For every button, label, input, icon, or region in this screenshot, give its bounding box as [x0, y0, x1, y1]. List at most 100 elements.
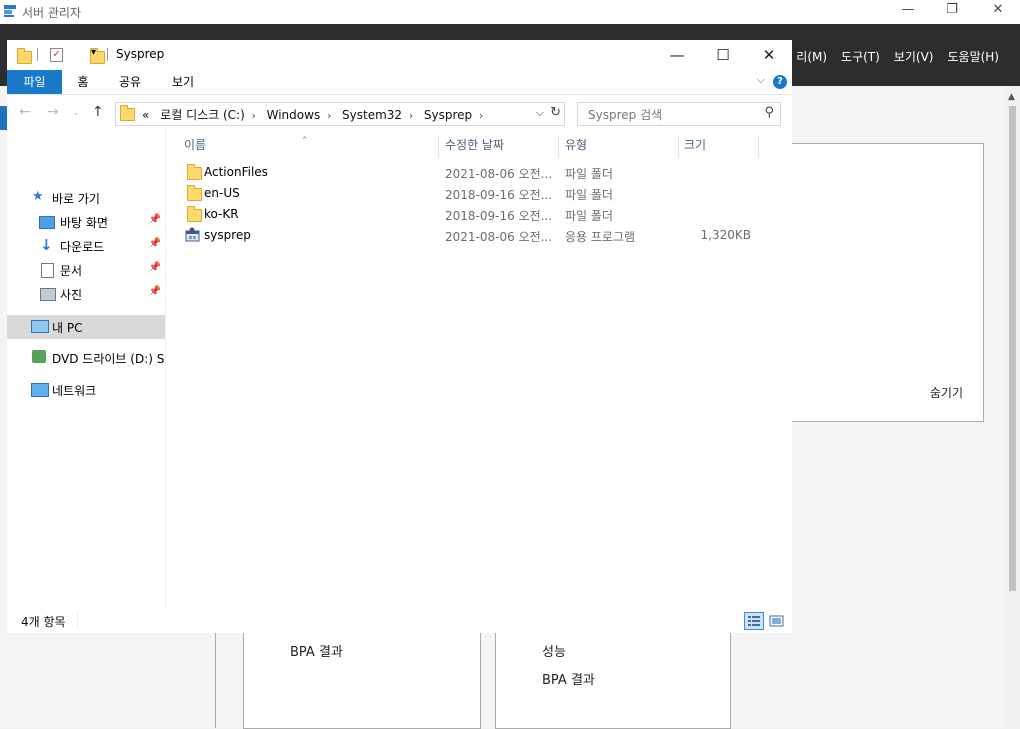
pin-icon[interactable]: 📌 — [149, 286, 161, 297]
server-manager-menu: 리(M) 도구(T) 보기(V) 도움말(H) — [789, 48, 1006, 65]
bpa-results-label[interactable]: BPA 결과 — [290, 641, 343, 660]
application-icon — [185, 227, 200, 242]
search-icon[interactable]: ⚲ — [764, 105, 774, 120]
pin-icon[interactable]: 📌 — [149, 262, 161, 273]
file-name: en-US — [204, 186, 240, 200]
breadcrumb-local-disk[interactable]: 로컬 디스크 (C:) — [160, 108, 245, 122]
breadcrumb-windows[interactable]: Windows — [267, 108, 321, 122]
file-type: 파일 폴더 — [565, 167, 613, 181]
column-header-modified[interactable]: 수정한 날짜 — [445, 136, 504, 153]
help-icon[interactable]: ? — [773, 75, 787, 89]
breadcrumb-system32[interactable]: System32 — [342, 108, 402, 122]
divider — [215, 632, 216, 728]
divider — [107, 48, 108, 61]
close-button[interactable]: ✕ — [978, 2, 1018, 22]
column-divider[interactable] — [758, 136, 759, 158]
computer-icon — [31, 320, 49, 333]
large-icons-view-icon[interactable] — [767, 612, 787, 630]
maximize-button[interactable]: ☐ — [700, 40, 746, 70]
folder-icon — [187, 185, 202, 201]
file-explorer-window: ✓ ▾ Sysprep — ☐ ✕ 파일 홈 공유 보기 ⌵ ? ← → ⌄ ↑… — [7, 40, 792, 633]
sidebar-item-downloads[interactable]: ↓ 다운로드 📌 — [7, 234, 165, 258]
chevron-right-icon[interactable]: › — [252, 111, 256, 122]
tab-home[interactable]: 홈 — [73, 70, 93, 94]
folder-icon — [187, 206, 202, 222]
pin-icon[interactable]: 📌 — [149, 214, 161, 225]
properties-icon[interactable]: ✓ — [50, 48, 63, 62]
customize-toolbar-icon[interactable]: ▾ — [91, 47, 96, 58]
file-modified: 2018-09-16 오전... — [445, 188, 553, 202]
chevron-right-icon[interactable]: › — [409, 111, 413, 122]
vertical-scrollbar[interactable]: ▲ — [1005, 86, 1020, 728]
server-group-panel-right: 성능 BPA 결과 — [495, 632, 731, 729]
navigation-bar: ← → ⌄ ↑ « 로컬 디스크 (C:) › Windows › System32… — [7, 98, 792, 128]
network-icon — [31, 383, 49, 397]
download-icon: ↓ — [40, 236, 53, 254]
sidebar-item-this-pc[interactable]: 내 PC — [7, 315, 165, 339]
list-item[interactable]: en-US 2018-09-16 오전... 파일 폴더 — [166, 183, 792, 204]
sidebar-item-label: 바탕 화면 — [60, 216, 108, 230]
navigation-pane: ★ 바로 가기 바탕 화면 📌 ↓ 다운로드 📌 문서 📌 사진 📌 내 PC — [7, 128, 166, 608]
menu-tools[interactable]: 도구(T) — [834, 48, 887, 65]
tab-share[interactable]: 공유 — [116, 70, 144, 94]
tab-view[interactable]: 보기 — [169, 70, 197, 94]
sidebar-item-pictures[interactable]: 사진 📌 — [7, 282, 165, 306]
sidebar-item-label: DVD 드라이브 (D:) S — [52, 352, 165, 366]
chevron-down-icon[interactable]: ⌵ — [757, 73, 765, 87]
hide-link[interactable]: 숨기기 — [930, 384, 963, 401]
menu-help[interactable]: 도움말(H) — [940, 48, 1006, 65]
list-item[interactable]: sysprep 2021-08-06 오전... 응용 프로그램 1,320KB — [166, 225, 792, 246]
column-divider[interactable] — [558, 136, 559, 158]
details-view-icon[interactable] — [744, 612, 764, 630]
column-divider[interactable] — [678, 136, 679, 158]
list-item[interactable]: ActionFiles 2021-08-06 오전... 파일 폴더 — [166, 162, 792, 183]
address-bar[interactable]: « 로컬 디스크 (C:) › Windows › System32 › Syspre… — [115, 102, 565, 126]
up-icon[interactable]: ↑ — [92, 104, 104, 120]
breadcrumb-sysprep[interactable]: Sysprep — [424, 108, 472, 122]
sidebar-item-documents[interactable]: 문서 📌 — [7, 258, 165, 282]
folder-icon — [187, 164, 202, 180]
restore-button[interactable]: ❐ — [932, 2, 972, 22]
item-count: 4개 항목 — [21, 615, 66, 629]
column-header-size[interactable]: 크기 — [684, 136, 706, 153]
scrollbar-thumb[interactable] — [1009, 106, 1016, 591]
folder-icon — [17, 48, 32, 64]
column-divider[interactable] — [438, 136, 439, 158]
status-bar: 4개 항목 — [7, 608, 792, 633]
chevron-right-icon[interactable]: › — [327, 111, 331, 122]
address-dropdown-icon[interactable]: ⌵ — [536, 106, 544, 120]
forward-icon[interactable]: → — [47, 104, 59, 120]
chevron-right-icon[interactable]: › — [479, 111, 483, 122]
sidebar-item-desktop[interactable]: 바탕 화면 📌 — [7, 210, 165, 234]
tab-file[interactable]: 파일 — [7, 70, 62, 94]
server-group-panel-left: BPA 결과 — [243, 632, 481, 729]
close-button[interactable]: ✕ — [746, 40, 792, 70]
back-icon[interactable]: ← — [19, 104, 31, 120]
sidebar-item-label: 바로 가기 — [52, 192, 100, 206]
minimize-button[interactable]: — — [888, 2, 928, 22]
explorer-titlebar: ✓ ▾ Sysprep — ☐ ✕ — [7, 40, 792, 70]
sidebar-item-dvd-drive[interactable]: DVD 드라이브 (D:) S — [7, 346, 165, 370]
performance-label[interactable]: 성능 — [542, 641, 566, 660]
bpa-results-label[interactable]: BPA 결과 — [542, 669, 595, 688]
sort-ascending-icon: ⌃ — [301, 136, 309, 146]
sidebar-item-network[interactable]: 네트워크 — [7, 378, 165, 402]
list-item[interactable]: ko-KR 2018-09-16 오전... 파일 폴더 — [166, 204, 792, 225]
menu-manage[interactable]: 리(M) — [789, 48, 834, 65]
pin-icon[interactable]: 📌 — [149, 238, 161, 249]
scroll-up-icon[interactable]: ▲ — [1008, 92, 1015, 102]
file-name: ActionFiles — [204, 165, 268, 179]
sidebar-item-label: 사진 — [60, 288, 83, 302]
breadcrumb-overflow[interactable]: « — [142, 108, 149, 122]
server-manager-icon — [4, 5, 16, 17]
minimize-button[interactable]: — — [654, 40, 700, 70]
column-header-type[interactable]: 유형 — [565, 136, 587, 153]
search-input[interactable]: Sysprep 검색 ⚲ — [577, 102, 781, 126]
divider — [37, 48, 38, 61]
recent-locations-icon[interactable]: ⌄ — [72, 108, 80, 118]
column-header-name[interactable]: 이름 — [184, 136, 206, 153]
sidebar-item-quick-access[interactable]: ★ 바로 가기 — [7, 186, 165, 210]
server-manager-titlebar: 서버 관리자 — ❐ ✕ — [0, 0, 1020, 24]
menu-view[interactable]: 보기(V) — [887, 48, 941, 65]
refresh-icon[interactable]: ↻ — [550, 105, 561, 120]
